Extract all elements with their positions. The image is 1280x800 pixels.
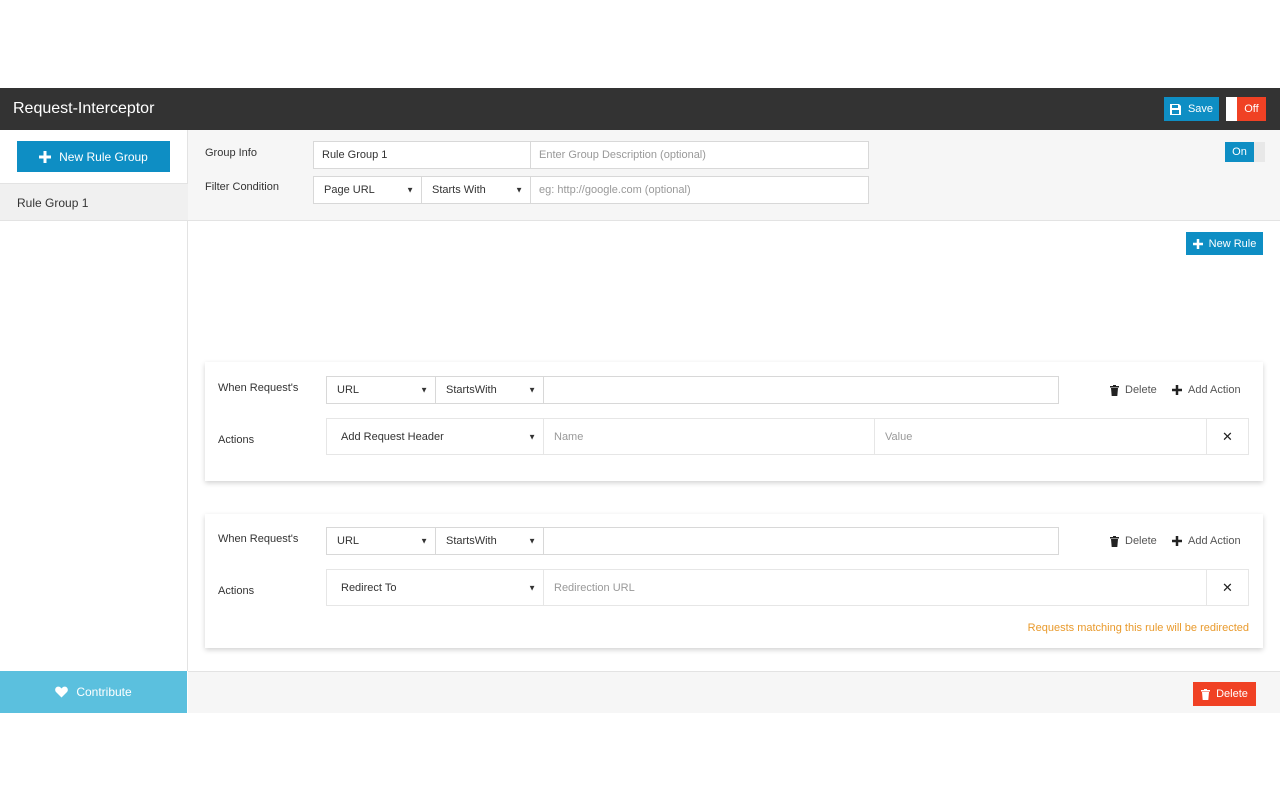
delete-rule-label: Delete bbox=[1125, 384, 1157, 396]
delete-group-button[interactable]: Delete bbox=[1193, 682, 1256, 706]
rule-card: When Request's URL ▼ StartsWith ▼ Delete bbox=[205, 362, 1263, 481]
caret-down-icon: ▼ bbox=[528, 432, 536, 441]
header-name-input[interactable]: Name bbox=[544, 419, 875, 454]
redirection-url-input[interactable]: Redirection URL bbox=[544, 570, 1207, 605]
rule-condition-row: URL ▼ StartsWith ▼ bbox=[326, 527, 1059, 555]
action-type-value: Redirect To bbox=[341, 581, 397, 594]
plus-icon bbox=[39, 150, 52, 163]
trash-icon bbox=[1201, 688, 1211, 700]
filter-field-select[interactable]: Page URL ▼ bbox=[313, 176, 422, 204]
sidebar-item-rule-group-1[interactable]: Rule Group 1 bbox=[0, 183, 188, 221]
save-button[interactable]: Save bbox=[1164, 97, 1219, 121]
rule-value-input[interactable] bbox=[544, 528, 1058, 554]
toggle-knob bbox=[1226, 97, 1237, 121]
rule-operator-select[interactable]: StartsWith ▼ bbox=[436, 377, 544, 403]
delete-rule-button[interactable]: Delete bbox=[1110, 384, 1157, 396]
floppy-disk-icon bbox=[1169, 103, 1181, 115]
actions-label: Actions bbox=[218, 434, 255, 446]
new-rule-group-label: New Rule Group bbox=[59, 149, 148, 164]
actions-label: Actions bbox=[218, 585, 255, 597]
plus-icon bbox=[1192, 238, 1203, 249]
filter-operator-select[interactable]: Starts With ▼ bbox=[421, 176, 531, 204]
heart-icon bbox=[55, 686, 69, 698]
delete-rule-button[interactable]: Delete bbox=[1110, 535, 1157, 547]
save-button-label: Save bbox=[1187, 103, 1214, 115]
action-type-select[interactable]: Redirect To ▼ bbox=[327, 570, 544, 605]
redirect-note: Requests matching this rule will be redi… bbox=[1027, 622, 1249, 634]
when-request-label: When Request's bbox=[218, 382, 299, 394]
delete-rule-label: Delete bbox=[1125, 535, 1157, 547]
contribute-button[interactable]: Contribute bbox=[0, 671, 187, 713]
action-row: Add Request Header ▼ Name Value ✕ bbox=[326, 418, 1249, 455]
action-type-select[interactable]: Add Request Header ▼ bbox=[327, 419, 544, 454]
group-description-input[interactable]: Enter Group Description (optional) bbox=[530, 141, 869, 169]
new-rule-label: New Rule bbox=[1208, 237, 1257, 250]
when-request-label: When Request's bbox=[218, 533, 299, 545]
caret-down-icon: ▼ bbox=[420, 385, 428, 395]
interceptor-toggle[interactable]: Off bbox=[1226, 97, 1266, 121]
rule-card: When Request's URL ▼ StartsWith ▼ Delete bbox=[205, 514, 1263, 648]
group-info-panel: Group Info Rule Group 1 Enter Group Desc… bbox=[188, 130, 1280, 221]
caret-down-icon: ▼ bbox=[515, 185, 523, 195]
rule-field-value: URL bbox=[337, 384, 360, 396]
remove-action-button[interactable]: ✕ bbox=[1207, 419, 1248, 454]
add-action-button[interactable]: Add Action bbox=[1172, 384, 1241, 396]
close-icon: ✕ bbox=[1222, 579, 1233, 595]
group-enabled-toggle[interactable]: On bbox=[1225, 142, 1265, 162]
add-action-button[interactable]: Add Action bbox=[1172, 535, 1241, 547]
caret-down-icon: ▼ bbox=[406, 185, 414, 195]
add-action-label: Add Action bbox=[1188, 535, 1241, 547]
rule-operator-select[interactable]: StartsWith ▼ bbox=[436, 528, 544, 554]
close-icon: ✕ bbox=[1222, 428, 1233, 444]
trash-icon bbox=[1110, 384, 1119, 396]
new-rule-group-button[interactable]: New Rule Group bbox=[17, 141, 170, 172]
group-info-label: Group Info bbox=[205, 147, 257, 159]
caret-down-icon: ▼ bbox=[528, 583, 536, 592]
rule-condition-row: URL ▼ StartsWith ▼ bbox=[326, 376, 1059, 404]
rule-operator-value: StartsWith bbox=[446, 535, 497, 547]
toggle-knob bbox=[1254, 142, 1265, 162]
plus-icon bbox=[1172, 385, 1182, 395]
footer-bar: Delete bbox=[188, 671, 1280, 713]
rule-field-select[interactable]: URL ▼ bbox=[327, 377, 436, 403]
action-row: Redirect To ▼ Redirection URL ✕ bbox=[326, 569, 1249, 606]
caret-down-icon: ▼ bbox=[528, 536, 536, 546]
filter-condition-label: Filter Condition bbox=[205, 181, 279, 193]
caret-down-icon: ▼ bbox=[528, 385, 536, 395]
contribute-label: Contribute bbox=[76, 685, 132, 699]
new-rule-button[interactable]: New Rule bbox=[1186, 232, 1263, 255]
header-value-input[interactable]: Value bbox=[875, 419, 1207, 454]
rules-area: New Rule When Request's URL ▼ StartsWith… bbox=[188, 222, 1280, 671]
group-name-input[interactable]: Rule Group 1 bbox=[313, 141, 531, 169]
rule-value-input[interactable] bbox=[544, 377, 1058, 403]
app-title: Request-Interceptor bbox=[13, 100, 155, 117]
filter-operator-value: Starts With bbox=[432, 184, 486, 196]
caret-down-icon: ▼ bbox=[420, 536, 428, 546]
rule-field-value: URL bbox=[337, 535, 360, 547]
plus-icon bbox=[1172, 536, 1182, 546]
trash-icon bbox=[1110, 535, 1119, 547]
toggle-label: Off bbox=[1244, 103, 1259, 115]
group-enabled-label: On bbox=[1225, 142, 1254, 162]
remove-action-button[interactable]: ✕ bbox=[1207, 570, 1248, 605]
filter-field-value: Page URL bbox=[324, 184, 375, 196]
top-bar: Request-Interceptor Save Off bbox=[0, 88, 1280, 130]
rule-field-select[interactable]: URL ▼ bbox=[327, 528, 436, 554]
add-action-label: Add Action bbox=[1188, 384, 1241, 396]
sidebar: New Rule Group Rule Group 1 bbox=[0, 130, 188, 671]
rule-operator-value: StartsWith bbox=[446, 384, 497, 396]
app-window: Request-Interceptor Save Off New Rule Gr… bbox=[0, 88, 1280, 713]
filter-url-input[interactable]: eg: http://google.com (optional) bbox=[530, 176, 869, 204]
action-type-value: Add Request Header bbox=[341, 430, 444, 443]
delete-group-label: Delete bbox=[1216, 688, 1248, 700]
